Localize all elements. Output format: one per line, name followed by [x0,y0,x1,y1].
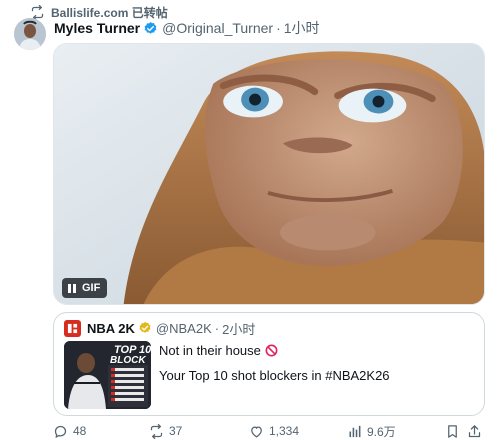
tweet-header: Myles Turner @Original_Turner · 1小时 [54,18,320,38]
verified-badge-icon [144,21,157,34]
quoted-timestamp[interactable]: 2小时 [222,319,255,338]
reply-button[interactable]: 48 [53,422,86,440]
repost-count: 37 [169,424,183,438]
quoted-media-thumbnail[interactable]: TOP 10 BLOCK [64,341,151,409]
reply-icon [54,425,67,438]
gif-controls[interactable]: GIF [62,278,108,298]
author-name[interactable]: Myles Turner [54,20,140,36]
gold-verified-badge-icon [139,321,151,333]
views-icon [349,425,361,437]
repost-action-icon [150,423,163,439]
quoted-separator-dot: · [214,320,220,336]
quoted-tweet-text: Not in their house Your Top 10 shot bloc… [159,341,479,385]
tweet-action-bar: 48 37 1,334 9.6万 [53,422,485,440]
gif-image [54,44,484,304]
quoted-author-name[interactable]: NBA 2K [87,321,135,336]
author-avatar[interactable] [14,18,46,50]
repost-button[interactable]: 37 [149,422,182,440]
quoted-text-line1: Not in their house [159,342,261,358]
views-button[interactable]: 9.6万 [347,422,396,440]
bookmark-icon [448,424,457,438]
reply-count: 48 [73,424,87,438]
pause-icon[interactable] [68,283,76,293]
quoted-text-line2: Your Top 10 shot blockers in #NBA2K26 [159,368,390,383]
quoted-author-handle[interactable]: @NBA2K [156,321,212,336]
like-count: 1,334 [269,424,300,438]
nba2k-avatar[interactable] [64,319,81,337]
prohibited-emoji-icon [265,344,278,356]
share-icon [468,424,481,437]
tweet-timestamp[interactable]: 1小时 [284,18,320,38]
views-count: 9.6万 [367,424,396,439]
quoted-tweet[interactable]: NBA 2K @NBA2K · 2小时 TOP 10 BLOCK Not in … [53,312,485,416]
quoted-tweet-header: NBA 2K @NBA2K · 2小时 [64,319,255,337]
nba2k-logo-icon [67,323,78,333]
thumb-title-bottom: BLOCK [110,355,146,366]
gif-badge: GIF [82,282,101,294]
tweet-gif-media[interactable]: GIF [53,43,485,305]
share-button[interactable] [467,422,482,440]
like-button[interactable]: 1,334 [249,422,299,440]
author-handle[interactable]: @Original_Turner [162,20,273,36]
bookmark-button[interactable] [445,422,460,440]
heart-icon [251,426,262,437]
separator-dot: · [276,20,281,36]
